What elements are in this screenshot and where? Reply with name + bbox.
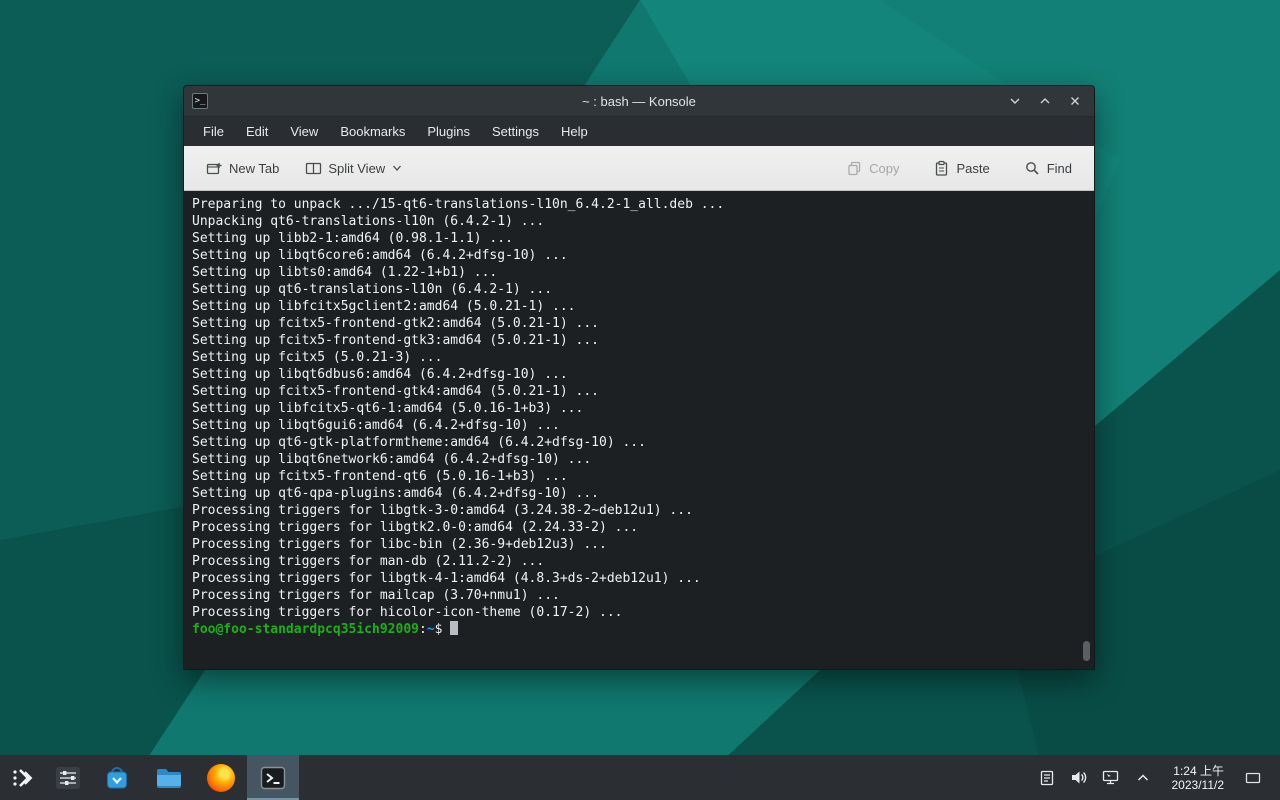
terminal-line: Setting up libqt6network6:amd64 (6.4.2+d…	[192, 451, 1094, 468]
prompt-colon: :	[419, 622, 427, 637]
terminal-line: Setting up fcitx5 (5.0.21-3) ...	[192, 349, 1094, 366]
clock-time: 1:24 上午	[1172, 764, 1225, 778]
menu-plugins[interactable]: Plugins	[416, 117, 481, 147]
terminal-line: Processing triggers for libgtk-4-1:amd64…	[192, 570, 1094, 587]
scrollbar-thumb[interactable]	[1083, 641, 1090, 661]
konsole-icon	[259, 764, 287, 792]
terminal-line: Setting up libfcitx5gclient2:amd64 (5.0.…	[192, 298, 1094, 315]
terminal-line: Processing triggers for libgtk2.0-0:amd6…	[192, 519, 1094, 536]
new-tab-label: New Tab	[229, 161, 279, 176]
copy-label: Copy	[869, 161, 899, 176]
tray-expander-button[interactable]	[1130, 764, 1156, 792]
terminal-line: Setting up libqt6core6:amd64 (6.4.2+dfsg…	[192, 247, 1094, 264]
terminal-line: Preparing to unpack .../15-qt6-translati…	[192, 196, 1094, 213]
show-desktop-icon	[1244, 769, 1262, 787]
terminal-line: Setting up fcitx5-frontend-gtk3:amd64 (5…	[192, 332, 1094, 349]
find-button[interactable]: Find	[1016, 155, 1080, 182]
chevron-up-icon	[1038, 94, 1052, 108]
terminal-line: Setting up qt6-qpa-plugins:amd64 (6.4.2+…	[192, 485, 1094, 502]
terminal-line: Unpacking qt6-translations-l10n (6.4.2-1…	[192, 213, 1094, 230]
terminal-line: Setting up fcitx5-frontend-gtk2:amd64 (5…	[192, 315, 1094, 332]
terminal-line: Processing triggers for man-db (2.11.2-2…	[192, 553, 1094, 570]
find-label: Find	[1047, 161, 1072, 176]
firefox-icon	[207, 764, 235, 792]
chevron-down-icon	[1008, 94, 1022, 108]
terminal-line: Processing triggers for hicolor-icon-the…	[192, 604, 1094, 621]
desktop: >_ ~ : bash — Konsole	[0, 0, 1280, 800]
clock-date: 2023/11/2	[1172, 778, 1225, 792]
app-launcher-button[interactable]	[0, 755, 45, 800]
terminal-cursor	[450, 621, 458, 635]
notifications-tray-button[interactable]	[1034, 764, 1060, 792]
paste-button[interactable]: Paste	[925, 155, 997, 182]
konsole-app-icon: >_	[192, 93, 208, 109]
shell-prompt: foo@foo-standardpcq35ich92009:~$	[192, 621, 1094, 638]
show-desktop-button[interactable]	[1240, 764, 1266, 792]
new-tab-icon	[206, 160, 223, 177]
notifications-icon	[1038, 769, 1056, 787]
terminal-line: Setting up fcitx5-frontend-qt6 (5.0.16-1…	[192, 468, 1094, 485]
chevron-down-icon	[391, 162, 403, 174]
task-discover[interactable]	[91, 755, 143, 800]
copy-button[interactable]: Copy	[838, 155, 907, 182]
terminal-line: Setting up libts0:amd64 (1.22-1+b1) ...	[192, 264, 1094, 281]
pager-widget[interactable]	[45, 755, 91, 800]
terminal-line: Setting up qt6-gtk-platformtheme:amd64 (…	[192, 434, 1094, 451]
prompt-dollar: $	[435, 622, 443, 637]
volume-tray-button[interactable]	[1066, 764, 1092, 792]
maximize-button[interactable]	[1034, 90, 1056, 112]
terminal-line: Setting up libb2-1:amd64 (0.98.1-1.1) ..…	[192, 230, 1094, 247]
menu-settings[interactable]: Settings	[481, 117, 550, 147]
prompt-path: ~	[427, 622, 435, 637]
terminal-output[interactable]: Preparing to unpack .../15-qt6-translati…	[184, 191, 1094, 669]
copy-icon	[846, 160, 863, 177]
task-file-manager[interactable]	[143, 755, 195, 800]
terminal-line: Setting up libqt6gui6:amd64 (6.4.2+dfsg-…	[192, 417, 1094, 434]
menubar: File Edit View Bookmarks Plugins Setting…	[184, 116, 1094, 146]
terminal-line: Setting up libqt6dbus6:amd64 (6.4.2+dfsg…	[192, 366, 1094, 383]
display-icon	[1101, 768, 1120, 787]
terminal-line: Processing triggers for mailcap (3.70+nm…	[192, 587, 1094, 604]
task-konsole[interactable]	[247, 755, 299, 800]
menu-edit[interactable]: Edit	[235, 117, 279, 147]
app-launcher-icon	[10, 765, 36, 791]
close-button[interactable]	[1064, 90, 1086, 112]
discover-icon	[103, 764, 131, 792]
display-tray-button[interactable]	[1098, 764, 1124, 792]
pager-icon	[54, 764, 82, 792]
menu-bookmarks[interactable]: Bookmarks	[329, 117, 416, 147]
chevron-up-icon	[1135, 770, 1151, 786]
close-icon	[1068, 94, 1082, 108]
terminal-line: Processing triggers for libgtk-3-0:amd64…	[192, 502, 1094, 519]
paste-icon	[933, 160, 950, 177]
terminal-line: Setting up libfcitx5-qt6-1:amd64 (5.0.16…	[192, 400, 1094, 417]
menu-help[interactable]: Help	[550, 117, 599, 147]
minimize-button[interactable]	[1004, 90, 1026, 112]
new-tab-button[interactable]: New Tab	[198, 155, 287, 182]
split-view-icon	[305, 160, 322, 177]
digital-clock[interactable]: 1:24 上午 2023/11/2	[1162, 764, 1235, 792]
terminal-line: Processing triggers for libc-bin (2.36-9…	[192, 536, 1094, 553]
search-icon	[1024, 160, 1041, 177]
terminal-line: Setting up qt6-translations-l10n (6.4.2-…	[192, 281, 1094, 298]
split-view-label: Split View	[328, 161, 385, 176]
volume-icon	[1069, 768, 1088, 787]
paste-label: Paste	[956, 161, 989, 176]
file-manager-icon	[154, 763, 184, 793]
terminal-line: Setting up fcitx5-frontend-gtk4:amd64 (5…	[192, 383, 1094, 400]
titlebar[interactable]: >_ ~ : bash — Konsole	[184, 86, 1094, 116]
split-view-button[interactable]: Split View	[297, 155, 411, 182]
menu-view[interactable]: View	[279, 117, 329, 147]
menu-file[interactable]: File	[192, 117, 235, 147]
system-tray: 1:24 上午 2023/11/2	[1034, 764, 1280, 792]
task-firefox[interactable]	[195, 755, 247, 800]
toolbar: New Tab Split View	[184, 146, 1094, 191]
konsole-window: >_ ~ : bash — Konsole	[183, 85, 1095, 670]
prompt-user-host: foo@foo-standardpcq35ich92009	[192, 622, 419, 637]
window-title: ~ : bash — Konsole	[184, 94, 1094, 109]
taskbar: 1:24 上午 2023/11/2	[0, 755, 1280, 800]
